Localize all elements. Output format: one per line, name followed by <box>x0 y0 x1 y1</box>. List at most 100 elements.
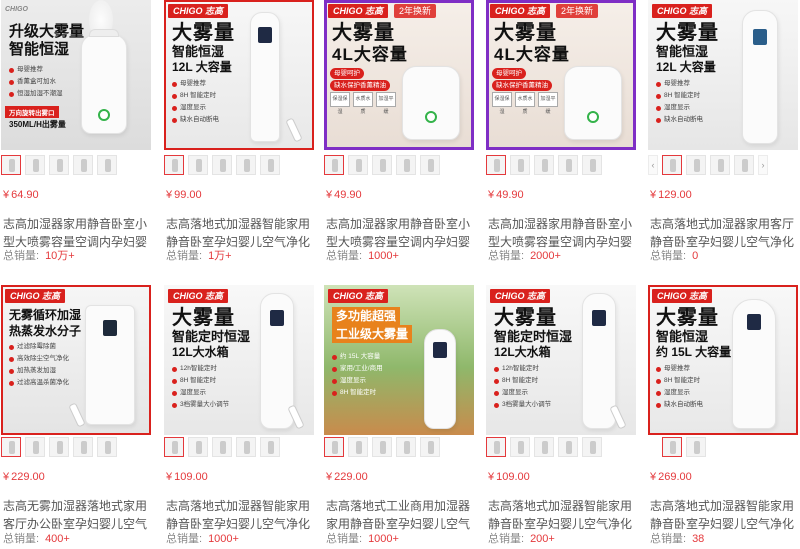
thumbnail[interactable] <box>73 155 93 175</box>
product-card[interactable]: CHIGO 升级大雾量 智能恒湿 母婴推荐 香薰盒可加水 恒湿加湿不潮湿 万向旋… <box>1 0 151 262</box>
product-title[interactable]: 志高落地式加湿器智能家用静音卧室孕妇婴儿空气净化大容量雾量机 <box>166 497 314 533</box>
thumbnail[interactable] <box>734 155 754 175</box>
product-card[interactable]: CHIGO 志高 多功能超强 工业级大雾量 约 15L 大容量 家用/工业/商用… <box>324 285 474 545</box>
product-image[interactable]: CHIGO 升级大雾量 智能恒湿 母婴推荐 香薰盒可加水 恒湿加湿不潮湿 万向旋… <box>1 0 151 150</box>
thumbnail[interactable] <box>188 155 208 175</box>
thumbnail[interactable] <box>97 155 117 175</box>
thumbnail[interactable] <box>486 155 506 175</box>
product-card[interactable]: CHIGO 志高 大雾量 智能恒湿 12L 大容量 母婴推荐 8H 智能定时 湿… <box>648 0 798 262</box>
product-image[interactable]: CHIGO 志高 大雾量 智能恒湿 12L 大容量 母婴推荐 8H 智能定时 湿… <box>648 0 798 150</box>
thumbnail[interactable] <box>212 437 232 457</box>
thumbnail[interactable] <box>236 437 256 457</box>
thumbnail[interactable] <box>686 437 706 457</box>
product-card[interactable]: CHIGO 志高 大雾量 智能恒湿 约 15L 大容量 母婴推荐 8H 智能定时… <box>648 285 798 545</box>
feature-item: 香薰盒可加水 <box>9 76 71 88</box>
feature-item: 母婴推荐 <box>9 64 71 76</box>
thumbnail[interactable] <box>25 437 45 457</box>
product-title[interactable]: 志高落地式加湿器智能家用静音卧室孕妇婴儿空气净化大容量雾量机 <box>650 497 798 533</box>
thumbnail[interactable] <box>212 155 232 175</box>
thumbnail[interactable] <box>686 155 706 175</box>
product-title[interactable]: 志高落地式加湿器家用客厅静音卧室孕妇婴儿空气净化大容量喷雾器 <box>650 215 798 251</box>
thumb-prev-icon[interactable]: ‹ <box>648 155 658 175</box>
thumbnail[interactable] <box>534 155 554 175</box>
promo-headline: 大雾量 <box>656 307 719 329</box>
product-image[interactable]: CHIGO 志高 大雾量 智能定时恒湿 12L大水箱 12h智能定时 8H 智能… <box>486 285 636 435</box>
thumbnail[interactable] <box>558 155 578 175</box>
thumbnail[interactable] <box>348 155 368 175</box>
thumbnail[interactable] <box>236 155 256 175</box>
product-image[interactable]: CHIGO 志高 2年换新 大雾量 4L大容量 母婴呵护 缺水保护香薰精油 保湿… <box>486 0 636 150</box>
thumbnail[interactable] <box>372 437 392 457</box>
thumbnail[interactable] <box>260 437 280 457</box>
humidifier-photo <box>250 12 280 142</box>
product-image[interactable]: CHIGO 志高 大雾量 智能定时恒湿 12L大水箱 12h智能定时 8H 智能… <box>164 285 314 435</box>
product-image[interactable]: CHIGO 志高 无雾循环加湿 热蒸发水分子 过滤除霉除菌 高效除尘空气净化 加… <box>1 285 151 435</box>
thumb-next-icon[interactable]: › <box>758 155 768 175</box>
thumbnail[interactable] <box>348 437 368 457</box>
thumbnail[interactable] <box>396 437 416 457</box>
product-card[interactable]: CHIGO 志高 大雾量 智能恒湿 12L 大容量 母婴推荐 8H 智能定时 湿… <box>164 0 314 262</box>
thumbnail[interactable] <box>164 437 184 457</box>
product-card[interactable]: CHIGO 志高 无雾循环加湿 热蒸发水分子 过滤除霉除菌 高效除尘空气净化 加… <box>1 285 151 545</box>
sales-count: 总销量: 2000+ <box>488 250 561 263</box>
promo-headline: 大雾量 <box>332 22 395 44</box>
thumbnail[interactable] <box>396 155 416 175</box>
thumbnail[interactable] <box>25 155 45 175</box>
thumbnail[interactable] <box>510 437 530 457</box>
thumbnail[interactable] <box>324 437 344 457</box>
thumbnail[interactable] <box>49 155 69 175</box>
thumbnail[interactable] <box>582 155 602 175</box>
product-card[interactable]: CHIGO 志高 大雾量 智能定时恒湿 12L大水箱 12h智能定时 8H 智能… <box>164 285 314 545</box>
product-price: ¥49.90 <box>488 188 524 202</box>
product-card[interactable]: CHIGO 志高 2年换新 大雾量 4L大容量 母婴呵护 缺水保护香薰精油 保湿… <box>324 0 474 262</box>
promo-headline: 大雾量 <box>494 22 557 44</box>
product-image[interactable]: CHIGO 志高 2年换新 大雾量 4L大容量 母婴呵护 缺水保护香薰精油 保湿… <box>324 0 474 150</box>
product-card[interactable]: CHIGO 志高 大雾量 智能定时恒湿 12L大水箱 12h智能定时 8H 智能… <box>486 285 636 545</box>
feature-pill: 缺水保护香薰精油 <box>492 80 552 91</box>
thumbnail[interactable] <box>260 155 280 175</box>
thumbnail[interactable] <box>1 437 21 457</box>
thumbnail[interactable] <box>97 437 117 457</box>
thumbnail[interactable] <box>662 437 682 457</box>
thumbnail[interactable] <box>73 437 93 457</box>
feature-item: 湿度显示 <box>172 387 234 399</box>
product-image[interactable]: CHIGO 志高 大雾量 智能恒湿 12L 大容量 母婴推荐 8H 智能定时 湿… <box>164 0 314 150</box>
product-title[interactable]: 志高落地式加湿器智能家用静音卧室孕妇婴儿空气净化大容量雾量机 <box>166 215 314 251</box>
sales-label: 总销量: <box>650 250 687 262</box>
thumbnail[interactable] <box>188 437 208 457</box>
sales-label: 总销量: <box>326 533 363 545</box>
product-card[interactable]: CHIGO 志高 2年换新 大雾量 4L大容量 母婴呵护 缺水保护香薰精油 保湿… <box>486 0 636 262</box>
thumbnail[interactable] <box>710 155 730 175</box>
promo-subline: 智能恒湿 <box>172 44 225 59</box>
thumbnail[interactable] <box>534 437 554 457</box>
thumbnail[interactable] <box>582 437 602 457</box>
promo-subline: 智能恒湿 <box>656 44 709 59</box>
product-title[interactable]: 志高加湿器家用静音卧室小型大喷雾容量空调内孕妇婴儿空气香薰机 <box>488 215 636 251</box>
thumbnail[interactable] <box>558 437 578 457</box>
product-title[interactable]: 志高落地式加湿器智能家用静音卧室孕妇婴儿空气净化大容量雾量机 <box>488 497 636 533</box>
thumbnail[interactable] <box>164 155 184 175</box>
thumbnail[interactable] <box>420 155 440 175</box>
feature-item: 过滤除霉除菌 <box>9 341 71 353</box>
product-title[interactable]: 志高加湿器家用静音卧室小型大喷雾容量空调内孕妇婴儿空气香薰机 <box>326 215 474 251</box>
feature-item: 约 15L 大容量 <box>332 351 394 363</box>
price-value: 49.90 <box>496 189 524 201</box>
product-title[interactable]: 志高落地式工业商用加湿器家用静音卧室孕妇婴儿空气净化大喷雾客厅 <box>326 497 474 533</box>
currency-symbol: ¥ <box>166 471 173 483</box>
promo-headline: 大雾量 <box>172 22 235 44</box>
thumbnail[interactable] <box>1 155 21 175</box>
product-title[interactable]: 志高无雾加湿器落地式家用客厅办公卧室孕妇婴儿空气净化器 <box>3 497 151 533</box>
thumbnail[interactable] <box>49 437 69 457</box>
currency-symbol: ¥ <box>166 189 173 201</box>
thumbnail[interactable] <box>662 155 682 175</box>
product-image[interactable]: CHIGO 志高 多功能超强 工业级大雾量 约 15L 大容量 家用/工业/商用… <box>324 285 474 435</box>
product-title[interactable]: 志高加湿器家用静音卧室小型大喷雾容量空调内孕妇婴儿空气香薰机 <box>3 215 151 251</box>
product-image[interactable]: CHIGO 志高 大雾量 智能恒湿 约 15L 大容量 母婴推荐 8H 智能定时… <box>648 285 798 435</box>
thumbnail[interactable] <box>324 155 344 175</box>
thumbnail[interactable] <box>486 437 506 457</box>
thumbnail[interactable] <box>372 155 392 175</box>
promo-headline: 大雾量 <box>494 307 557 329</box>
feature-item: 8H 智能定时 <box>656 375 718 387</box>
thumbnail[interactable] <box>420 437 440 457</box>
thumbnail[interactable] <box>510 155 530 175</box>
